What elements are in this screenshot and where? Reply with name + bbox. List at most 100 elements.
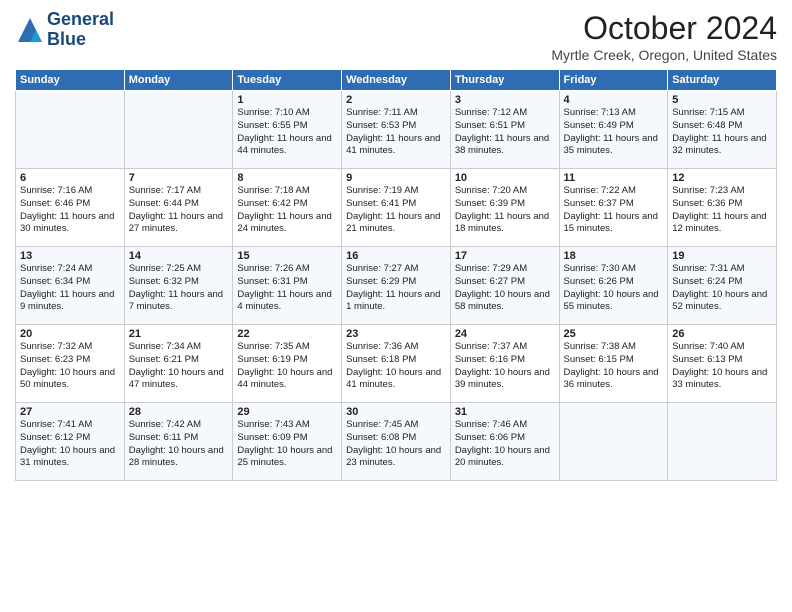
cell-content: Sunrise: 7:27 AM Sunset: 6:29 PM Dayligh…	[346, 263, 446, 314]
week-row-5: 27Sunrise: 7:41 AM Sunset: 6:12 PM Dayli…	[16, 403, 777, 481]
logo-icon	[15, 15, 45, 45]
calendar-cell: 4Sunrise: 7:13 AM Sunset: 6:49 PM Daylig…	[559, 91, 668, 169]
cell-content: Sunrise: 7:16 AM Sunset: 6:46 PM Dayligh…	[20, 185, 120, 236]
cell-content: Sunrise: 7:35 AM Sunset: 6:19 PM Dayligh…	[237, 341, 337, 392]
cell-content: Sunrise: 7:19 AM Sunset: 6:41 PM Dayligh…	[346, 185, 446, 236]
cell-content: Sunrise: 7:26 AM Sunset: 6:31 PM Dayligh…	[237, 263, 337, 314]
cell-content: Sunrise: 7:41 AM Sunset: 6:12 PM Dayligh…	[20, 419, 120, 470]
cell-content: Sunrise: 7:31 AM Sunset: 6:24 PM Dayligh…	[672, 263, 772, 314]
day-number: 25	[564, 328, 664, 340]
day-number: 2	[346, 94, 446, 106]
calendar-cell: 10Sunrise: 7:20 AM Sunset: 6:39 PM Dayli…	[450, 169, 559, 247]
header-saturday: Saturday	[668, 70, 777, 91]
cell-content: Sunrise: 7:24 AM Sunset: 6:34 PM Dayligh…	[20, 263, 120, 314]
calendar-cell: 28Sunrise: 7:42 AM Sunset: 6:11 PM Dayli…	[124, 403, 233, 481]
calendar-cell: 26Sunrise: 7:40 AM Sunset: 6:13 PM Dayli…	[668, 325, 777, 403]
cell-content: Sunrise: 7:25 AM Sunset: 6:32 PM Dayligh…	[129, 263, 229, 314]
calendar-cell: 1Sunrise: 7:10 AM Sunset: 6:55 PM Daylig…	[233, 91, 342, 169]
header-tuesday: Tuesday	[233, 70, 342, 91]
calendar-cell	[668, 403, 777, 481]
header: General Blue October 2024 Myrtle Creek, …	[15, 10, 777, 63]
calendar-cell: 13Sunrise: 7:24 AM Sunset: 6:34 PM Dayli…	[16, 247, 125, 325]
calendar-cell: 12Sunrise: 7:23 AM Sunset: 6:36 PM Dayli…	[668, 169, 777, 247]
day-number: 24	[455, 328, 555, 340]
day-number: 16	[346, 250, 446, 262]
cell-content: Sunrise: 7:37 AM Sunset: 6:16 PM Dayligh…	[455, 341, 555, 392]
cell-content: Sunrise: 7:20 AM Sunset: 6:39 PM Dayligh…	[455, 185, 555, 236]
logo-line1: General	[47, 10, 114, 30]
day-number: 11	[564, 172, 664, 184]
day-number: 14	[129, 250, 229, 262]
cell-content: Sunrise: 7:12 AM Sunset: 6:51 PM Dayligh…	[455, 107, 555, 158]
calendar-cell: 22Sunrise: 7:35 AM Sunset: 6:19 PM Dayli…	[233, 325, 342, 403]
calendar-cell: 24Sunrise: 7:37 AM Sunset: 6:16 PM Dayli…	[450, 325, 559, 403]
day-number: 10	[455, 172, 555, 184]
week-row-2: 6Sunrise: 7:16 AM Sunset: 6:46 PM Daylig…	[16, 169, 777, 247]
day-number: 18	[564, 250, 664, 262]
calendar-cell: 20Sunrise: 7:32 AM Sunset: 6:23 PM Dayli…	[16, 325, 125, 403]
calendar-cell: 15Sunrise: 7:26 AM Sunset: 6:31 PM Dayli…	[233, 247, 342, 325]
calendar-cell	[559, 403, 668, 481]
cell-content: Sunrise: 7:45 AM Sunset: 6:08 PM Dayligh…	[346, 419, 446, 470]
day-number: 20	[20, 328, 120, 340]
day-number: 1	[237, 94, 337, 106]
cell-content: Sunrise: 7:15 AM Sunset: 6:48 PM Dayligh…	[672, 107, 772, 158]
cell-content: Sunrise: 7:38 AM Sunset: 6:15 PM Dayligh…	[564, 341, 664, 392]
week-row-3: 13Sunrise: 7:24 AM Sunset: 6:34 PM Dayli…	[16, 247, 777, 325]
calendar-cell: 19Sunrise: 7:31 AM Sunset: 6:24 PM Dayli…	[668, 247, 777, 325]
cell-content: Sunrise: 7:30 AM Sunset: 6:26 PM Dayligh…	[564, 263, 664, 314]
cell-content: Sunrise: 7:36 AM Sunset: 6:18 PM Dayligh…	[346, 341, 446, 392]
cell-content: Sunrise: 7:42 AM Sunset: 6:11 PM Dayligh…	[129, 419, 229, 470]
cell-content: Sunrise: 7:23 AM Sunset: 6:36 PM Dayligh…	[672, 185, 772, 236]
cell-content: Sunrise: 7:34 AM Sunset: 6:21 PM Dayligh…	[129, 341, 229, 392]
calendar-cell: 2Sunrise: 7:11 AM Sunset: 6:53 PM Daylig…	[342, 91, 451, 169]
day-number: 6	[20, 172, 120, 184]
day-number: 28	[129, 406, 229, 418]
calendar-cell: 6Sunrise: 7:16 AM Sunset: 6:46 PM Daylig…	[16, 169, 125, 247]
day-number: 27	[20, 406, 120, 418]
logo: General Blue	[15, 10, 114, 50]
day-number: 17	[455, 250, 555, 262]
cell-content: Sunrise: 7:11 AM Sunset: 6:53 PM Dayligh…	[346, 107, 446, 158]
calendar-cell: 29Sunrise: 7:43 AM Sunset: 6:09 PM Dayli…	[233, 403, 342, 481]
calendar-header-row: SundayMondayTuesdayWednesdayThursdayFrid…	[16, 70, 777, 91]
calendar-cell: 11Sunrise: 7:22 AM Sunset: 6:37 PM Dayli…	[559, 169, 668, 247]
day-number: 29	[237, 406, 337, 418]
header-thursday: Thursday	[450, 70, 559, 91]
day-number: 9	[346, 172, 446, 184]
day-number: 30	[346, 406, 446, 418]
cell-content: Sunrise: 7:29 AM Sunset: 6:27 PM Dayligh…	[455, 263, 555, 314]
week-row-1: 1Sunrise: 7:10 AM Sunset: 6:55 PM Daylig…	[16, 91, 777, 169]
calendar-cell	[16, 91, 125, 169]
calendar-cell: 16Sunrise: 7:27 AM Sunset: 6:29 PM Dayli…	[342, 247, 451, 325]
day-number: 13	[20, 250, 120, 262]
day-number: 7	[129, 172, 229, 184]
header-monday: Monday	[124, 70, 233, 91]
cell-content: Sunrise: 7:46 AM Sunset: 6:06 PM Dayligh…	[455, 419, 555, 470]
calendar-cell: 3Sunrise: 7:12 AM Sunset: 6:51 PM Daylig…	[450, 91, 559, 169]
cell-content: Sunrise: 7:10 AM Sunset: 6:55 PM Dayligh…	[237, 107, 337, 158]
title-block: October 2024 Myrtle Creek, Oregon, Unite…	[551, 10, 777, 63]
day-number: 8	[237, 172, 337, 184]
calendar-cell: 27Sunrise: 7:41 AM Sunset: 6:12 PM Dayli…	[16, 403, 125, 481]
day-number: 15	[237, 250, 337, 262]
header-wednesday: Wednesday	[342, 70, 451, 91]
calendar-cell: 17Sunrise: 7:29 AM Sunset: 6:27 PM Dayli…	[450, 247, 559, 325]
location: Myrtle Creek, Oregon, United States	[551, 47, 777, 63]
calendar-cell: 23Sunrise: 7:36 AM Sunset: 6:18 PM Dayli…	[342, 325, 451, 403]
month-title: October 2024	[551, 10, 777, 47]
cell-content: Sunrise: 7:17 AM Sunset: 6:44 PM Dayligh…	[129, 185, 229, 236]
calendar-cell: 25Sunrise: 7:38 AM Sunset: 6:15 PM Dayli…	[559, 325, 668, 403]
cell-content: Sunrise: 7:32 AM Sunset: 6:23 PM Dayligh…	[20, 341, 120, 392]
day-number: 4	[564, 94, 664, 106]
calendar-cell: 8Sunrise: 7:18 AM Sunset: 6:42 PM Daylig…	[233, 169, 342, 247]
cell-content: Sunrise: 7:22 AM Sunset: 6:37 PM Dayligh…	[564, 185, 664, 236]
day-number: 19	[672, 250, 772, 262]
calendar-cell: 5Sunrise: 7:15 AM Sunset: 6:48 PM Daylig…	[668, 91, 777, 169]
cell-content: Sunrise: 7:40 AM Sunset: 6:13 PM Dayligh…	[672, 341, 772, 392]
header-friday: Friday	[559, 70, 668, 91]
calendar-cell: 31Sunrise: 7:46 AM Sunset: 6:06 PM Dayli…	[450, 403, 559, 481]
day-number: 21	[129, 328, 229, 340]
calendar-cell: 14Sunrise: 7:25 AM Sunset: 6:32 PM Dayli…	[124, 247, 233, 325]
day-number: 23	[346, 328, 446, 340]
